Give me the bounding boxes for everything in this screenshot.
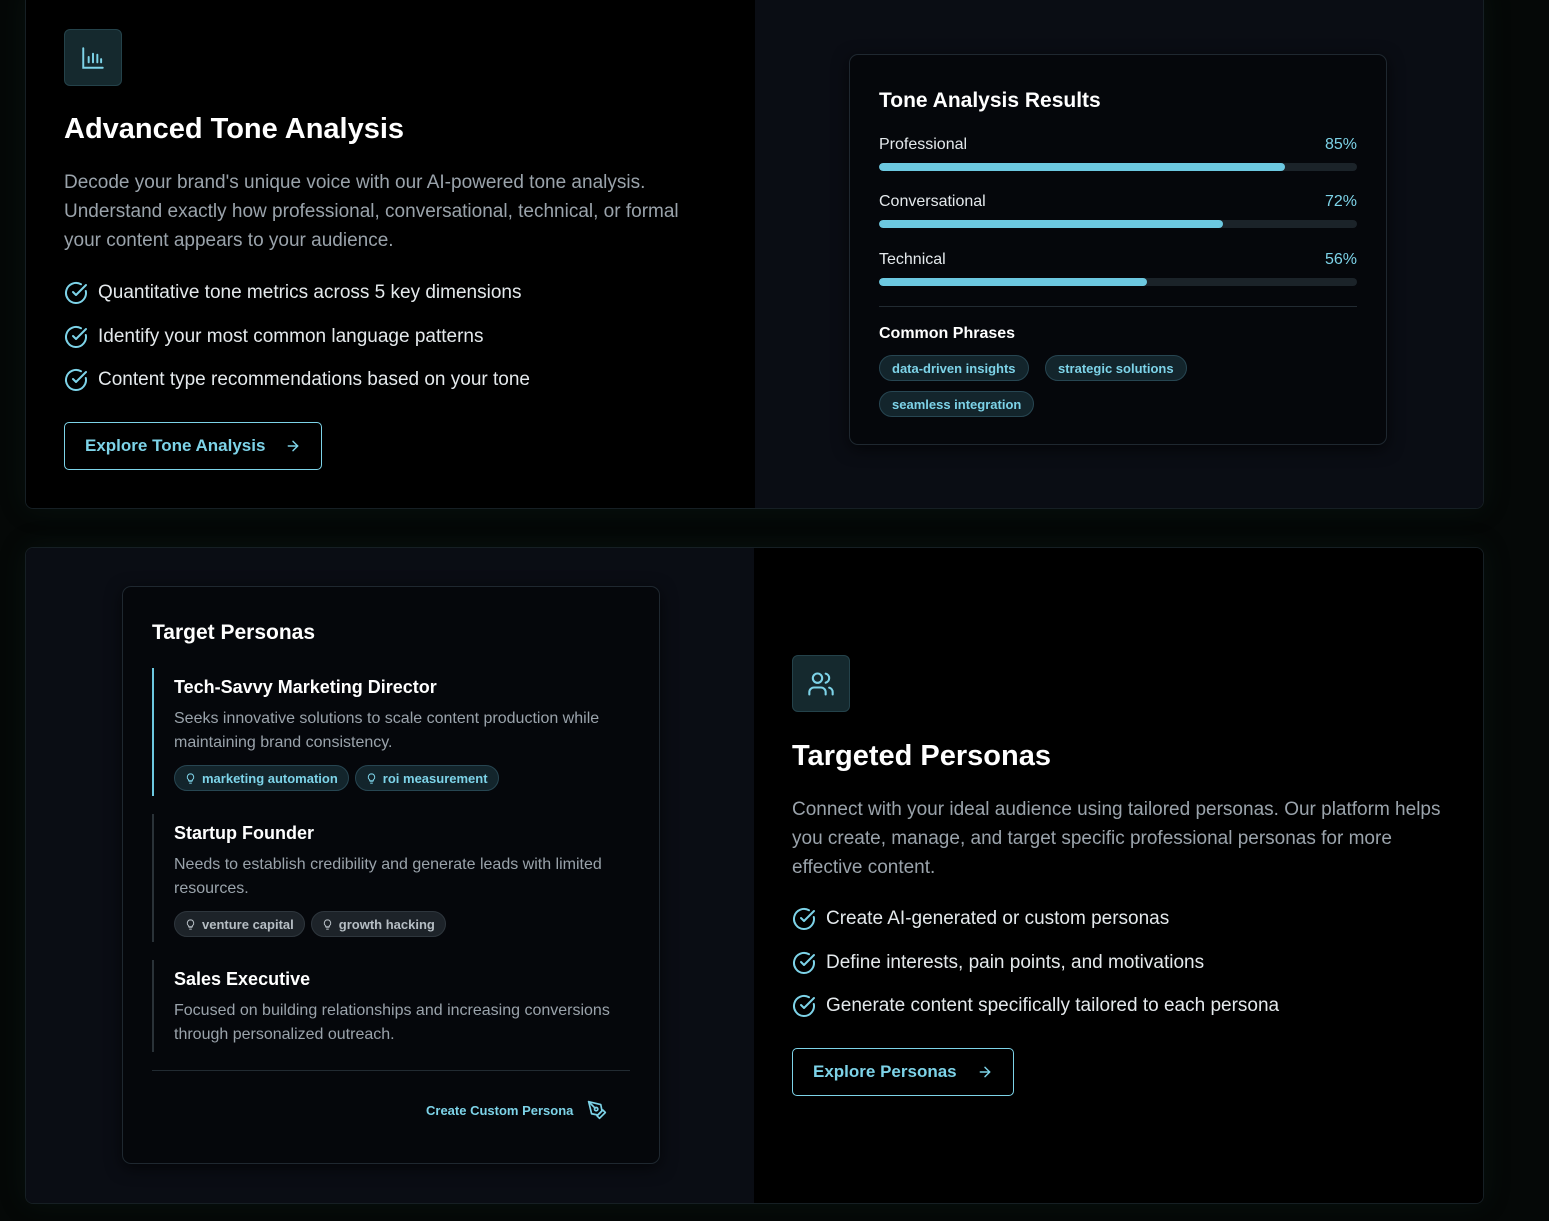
interest-tag-label: roi measurement (382, 770, 488, 786)
common-phrases-title: Common Phrases (879, 325, 1016, 342)
lightbulb-icon (186, 918, 195, 930)
lightbulb-icon (367, 772, 375, 784)
check-circle-icon (65, 325, 87, 348)
bar-chart-icon (64, 29, 122, 86)
checklist-item: Quantitative tone metrics across 5 key d… (64, 281, 530, 305)
tone-results-card: Tone Analysis Results Professional 85% C… (849, 54, 1387, 445)
target-personas-card: Target Personas Tech-Savvy Marketing Dir… (122, 586, 660, 1164)
metric-label: Conversational (879, 193, 986, 210)
progress-track (879, 278, 1357, 286)
tone-feature-title: Advanced Tone Analysis (64, 113, 405, 145)
checklist-item: Define interests, pain points, and motiv… (792, 951, 1279, 975)
pen-tool-icon (588, 1100, 607, 1120)
tone-feature-checklist: Quantitative tone metrics across 5 key d… (64, 281, 530, 412)
create-custom-persona-link[interactable]: Create Custom Persona (426, 1100, 607, 1120)
interest-tag: growth hacking (310, 911, 446, 937)
tone-preview-pane: Tone Analysis Results Professional 85% C… (755, 0, 1483, 508)
checklist-item-label: Create AI-generated or custom personas (826, 908, 1170, 929)
tone-results-title: Tone Analysis Results (879, 89, 1101, 112)
check-circle-icon (65, 281, 87, 304)
lightbulb-icon (323, 918, 331, 930)
check-circle-icon (793, 951, 815, 974)
personas-feature-description: Connect with your ideal audience using t… (792, 799, 1441, 878)
personas-feature-checklist: Create AI-generated or custom personas D… (792, 907, 1279, 1038)
persona-tags: venture capital growth hacking (174, 911, 632, 937)
create-custom-persona-label: Create Custom Persona (426, 1102, 574, 1118)
personas-feature-pane: Targeted Personas Connect with your idea… (754, 548, 1483, 1203)
persona-item[interactable]: Startup Founder Needs to establish credi… (152, 814, 632, 942)
persona-description: Seeks innovative solutions to scale cont… (174, 710, 600, 751)
checklist-item-label: Generate content specifically tailored t… (826, 995, 1280, 1016)
progress-fill (879, 220, 1224, 228)
metric-value: 85% (1324, 136, 1357, 153)
check-circle-icon (793, 994, 815, 1017)
persona-description: Needs to establish credibility and gener… (174, 856, 602, 897)
tone-analysis-section: Advanced Tone Analysis Decode your brand… (25, 0, 1484, 509)
interest-tag: marketing automation (174, 765, 349, 791)
check-circle-icon (793, 907, 815, 930)
tone-metric-conversational: Conversational 72% (879, 193, 1357, 228)
explore-personas-label: Explore Personas (813, 1062, 957, 1081)
progress-fill (879, 163, 1286, 171)
target-personas-title: Target Personas (152, 621, 316, 644)
metric-value: 56% (1324, 251, 1357, 268)
explore-tone-analysis-button[interactable]: Explore Tone Analysis (64, 422, 323, 470)
divider (152, 1070, 630, 1071)
persona-item[interactable]: Sales Executive Focused on building rela… (152, 960, 632, 1052)
lightbulb-icon (186, 772, 195, 784)
progress-fill (879, 278, 1147, 286)
metric-label: Professional (879, 136, 968, 153)
interest-tag: roi measurement (354, 765, 499, 791)
checklist-item-label: Define interests, pain points, and motiv… (826, 951, 1205, 973)
checklist-item-label: Quantitative tone metrics across 5 key d… (98, 282, 522, 303)
persona-tags: marketing automation roi measurement (174, 765, 632, 791)
persona-name: Startup Founder (174, 823, 314, 843)
tone-feature-description: Decode your brand's unique voice with ou… (64, 172, 679, 251)
persona-name: Sales Executive (174, 969, 311, 989)
checklist-item-label: Content type recommendations based on yo… (98, 369, 530, 390)
interest-tag-label: marketing automation (202, 770, 338, 786)
progress-track (879, 163, 1357, 171)
explore-tone-analysis-label: Explore Tone Analysis (85, 436, 266, 455)
users-icon (792, 655, 850, 712)
arrow-right-icon (979, 1066, 991, 1078)
progress-track (879, 220, 1357, 228)
arrow-right-icon (288, 440, 299, 452)
checklist-item-label: Identify your most common language patte… (98, 325, 484, 347)
persona-item[interactable]: Tech-Savvy Marketing Director Seeks inno… (152, 668, 632, 796)
metric-label: Technical (879, 251, 946, 268)
check-circle-icon (65, 368, 87, 391)
personas-preview-pane: Target Personas Tech-Savvy Marketing Dir… (26, 548, 754, 1203)
tone-metric-technical: Technical 56% (879, 251, 1357, 286)
phrase-chip: strategic solutions (1045, 355, 1187, 381)
interest-tag: venture capital (174, 911, 305, 937)
divider (879, 306, 1357, 307)
metric-value: 72% (1324, 193, 1357, 210)
personas-section: Target Personas Tech-Savvy Marketing Dir… (25, 547, 1484, 1204)
checklist-item: Generate content specifically tailored t… (792, 994, 1279, 1018)
phrase-chip: data-driven insights (879, 355, 1029, 381)
tone-metric-professional: Professional 85% (879, 136, 1357, 171)
tone-feature-pane: Advanced Tone Analysis Decode your brand… (26, 0, 755, 508)
checklist-item: Identify your most common language patte… (64, 325, 530, 349)
interest-tag-label: venture capital (202, 916, 294, 932)
checklist-item: Create AI-generated or custom personas (792, 907, 1279, 931)
phrase-chip: seamless integration (879, 391, 1035, 417)
checklist-item: Content type recommendations based on yo… (64, 368, 530, 392)
personas-feature-title: Targeted Personas (792, 740, 1051, 772)
interest-tag-label: growth hacking (338, 916, 435, 932)
persona-name: Tech-Savvy Marketing Director (174, 677, 437, 697)
explore-personas-button[interactable]: Explore Personas (792, 1048, 1014, 1096)
persona-description: Focused on building relationships and in… (174, 1002, 610, 1043)
